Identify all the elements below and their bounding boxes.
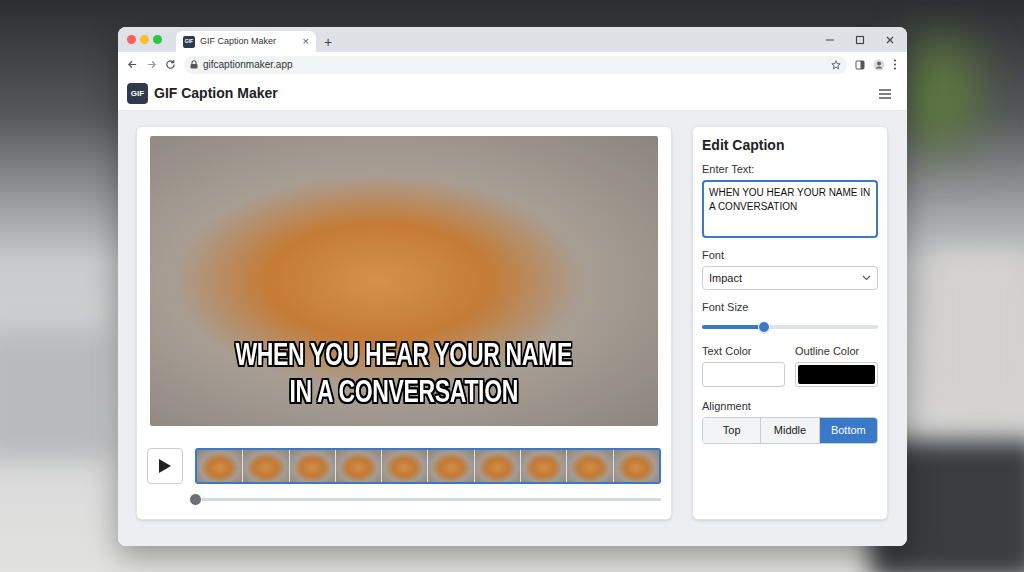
alignment-button[interactable]: Middle <box>760 418 818 443</box>
tab-close[interactable]: × <box>303 36 309 47</box>
filmstrip[interactable] <box>195 448 661 484</box>
filmstrip-frame[interactable] <box>521 450 566 482</box>
alignment-button[interactable]: Top <box>703 418 760 443</box>
playback-controls <box>147 448 661 484</box>
app-title: GIF Caption Maker <box>154 83 278 104</box>
menu-dots-icon[interactable] <box>893 59 897 70</box>
app-logo: GIF <box>127 83 148 104</box>
background-plant <box>905 40 975 150</box>
tab-favicon: GIF <box>183 36 195 48</box>
tab-title: GIF Caption Maker <box>200 35 276 49</box>
preview-caption: WHEN YOU HEAR YOUR NAMEIN A CONVERSATION <box>150 336 658 410</box>
close-window-icon[interactable] <box>885 35 895 45</box>
new-tab-button[interactable]: + <box>324 35 332 49</box>
sidebar-icon[interactable] <box>855 60 865 70</box>
browser-window: GIF GIF Caption Maker × + gifcaptionmake… <box>118 27 907 546</box>
traffic-lights <box>127 27 162 52</box>
alignment-group: Top Middle Bottom <box>702 417 878 444</box>
text-color-swatch[interactable] <box>702 362 785 387</box>
alignment-button-label: Bottom <box>831 422 866 439</box>
outline-color-label: Outline Color <box>795 344 878 358</box>
font-select[interactable]: Impact <box>702 266 878 290</box>
text-color-fill <box>705 365 782 384</box>
filmstrip-frame[interactable] <box>382 450 427 482</box>
text-color-label: Text Color <box>702 344 785 358</box>
preview-frame: WHEN YOU HEAR YOUR NAMEIN A CONVERSATION <box>150 136 658 426</box>
maximize-icon[interactable] <box>855 35 865 45</box>
timeline-slider[interactable] <box>190 498 661 501</box>
font-label: Font <box>702 248 878 262</box>
zoom-dot-icon[interactable] <box>153 35 162 44</box>
alignment-label: Alignment <box>702 399 878 413</box>
window-controls <box>825 27 907 52</box>
filmstrip-frame[interactable] <box>567 450 612 482</box>
caption-line: WHEN YOU HEAR YOUR NAME <box>236 336 572 373</box>
caption-textarea[interactable]: WHEN YOU HEAR YOUR NAME IN A CONVERSATIO… <box>702 180 878 238</box>
reload-icon[interactable] <box>165 59 176 70</box>
outline-color-fill <box>798 365 875 384</box>
filmstrip-frame[interactable] <box>290 450 335 482</box>
chevron-down-icon <box>862 275 871 281</box>
title-bar: GIF GIF Caption Maker × + <box>118 27 907 52</box>
text-label: Enter Text: <box>702 162 878 176</box>
lock-icon <box>190 60 198 69</box>
address-bar[interactable]: gifcaptionmaker.app <box>184 56 847 74</box>
filmstrip-frame[interactable] <box>614 450 659 482</box>
forward-icon[interactable] <box>146 59 157 70</box>
bookmark-star-icon[interactable] <box>831 60 841 70</box>
timeline-knob[interactable] <box>189 493 202 506</box>
editor-title: Edit Caption <box>702 136 878 154</box>
hamburger-icon[interactable] <box>879 89 891 99</box>
app-header: GIF GIF Caption Maker <box>118 77 907 111</box>
minimize-dot-icon[interactable] <box>140 35 149 44</box>
filmstrip-frame[interactable] <box>197 450 242 482</box>
filmstrip-frame[interactable] <box>243 450 288 482</box>
alignment-button-label: Middle <box>774 422 806 439</box>
filmstrip-frame[interactable] <box>475 450 520 482</box>
preview-card: WHEN YOU HEAR YOUR NAMEIN A CONVERSATION <box>136 126 672 520</box>
play-button[interactable] <box>147 448 183 484</box>
address-text: gifcaptionmaker.app <box>203 57 293 72</box>
font-size-knob[interactable] <box>758 321 770 333</box>
app-main: WHEN YOU HEAR YOUR NAMEIN A CONVERSATION… <box>118 111 907 546</box>
text-color-field: Text Color <box>702 344 785 387</box>
outline-color-swatch[interactable] <box>795 362 878 387</box>
size-label: Font Size <box>702 300 878 314</box>
play-icon <box>158 458 172 474</box>
filmstrip-frame[interactable] <box>336 450 381 482</box>
alignment-button[interactable]: Bottom <box>819 418 877 443</box>
background-mug <box>930 255 1024 415</box>
font-select-value: Impact <box>709 270 742 287</box>
browser-toolbar: gifcaptionmaker.app <box>118 52 907 77</box>
background-keyboard <box>0 330 110 460</box>
outline-color-field: Outline Color <box>795 344 878 387</box>
color-row: Text Color Outline Color <box>702 344 878 387</box>
caption-line: IN A CONVERSATION <box>290 373 519 410</box>
back-icon[interactable] <box>127 59 138 70</box>
browser-tab[interactable]: GIF GIF Caption Maker × <box>176 31 316 52</box>
profile-icon[interactable] <box>873 59 885 71</box>
font-size-fill <box>702 325 764 329</box>
filmstrip-frame[interactable] <box>428 450 473 482</box>
minimize-icon[interactable] <box>825 35 835 45</box>
alignment-button-label: Top <box>723 422 741 439</box>
font-size-slider[interactable] <box>702 325 878 329</box>
close-dot-icon[interactable] <box>127 35 136 44</box>
editor-card: Edit Caption Enter Text: WHEN YOU HEAR Y… <box>692 126 888 520</box>
